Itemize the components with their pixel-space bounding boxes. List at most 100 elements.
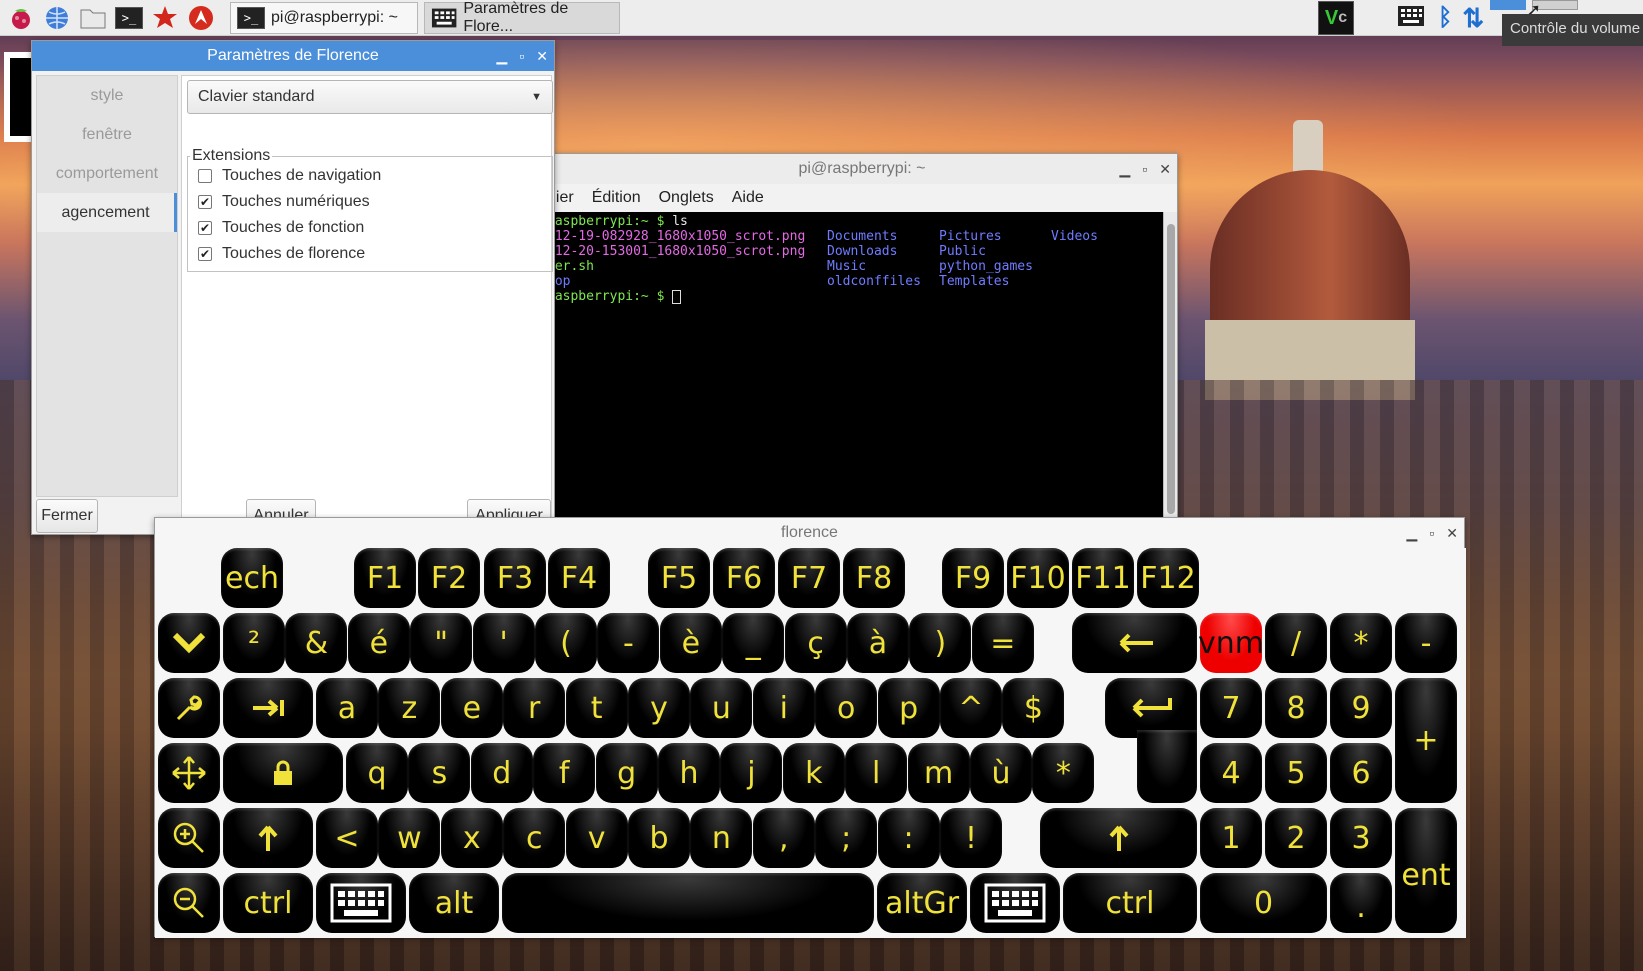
key-char[interactable]: u xyxy=(690,678,753,738)
key-f3[interactable]: F3 xyxy=(484,548,546,608)
key-char[interactable]: - xyxy=(597,613,660,673)
key-char[interactable]: j xyxy=(720,743,783,803)
close-icon[interactable]: ✕ xyxy=(1446,525,1458,542)
key-char[interactable]: e xyxy=(440,678,503,738)
key-f1[interactable]: F1 xyxy=(354,548,416,608)
key-char[interactable]: g xyxy=(595,743,658,803)
key-menu-right[interactable] xyxy=(970,873,1060,933)
key-capslock[interactable] xyxy=(223,743,343,803)
key-enter-lower[interactable] xyxy=(1137,730,1197,803)
key-char[interactable]: = xyxy=(971,613,1034,673)
key-char[interactable]: p xyxy=(877,678,940,738)
key-f2[interactable]: F2 xyxy=(418,548,480,608)
key-shift-left[interactable] xyxy=(223,808,313,868)
checkbox[interactable] xyxy=(198,169,212,183)
minimize-icon[interactable]: ▁ xyxy=(1120,161,1131,178)
key-char[interactable]: $ xyxy=(1002,678,1065,738)
key-ctrl-right[interactable]: ctrl xyxy=(1063,873,1197,933)
key-f12[interactable]: F12 xyxy=(1137,548,1199,608)
extension-numeriques[interactable]: ✔ Touches numériques xyxy=(188,189,552,215)
key-kp-dot[interactable]: . xyxy=(1330,873,1392,933)
key-kp-minus[interactable]: - xyxy=(1395,613,1457,673)
sidebar-item-fenetre[interactable]: fenêtre xyxy=(37,115,177,154)
key-char[interactable]: h xyxy=(658,743,720,803)
key-hide-keyboard[interactable] xyxy=(158,613,220,673)
key-char[interactable]: y xyxy=(628,678,690,738)
maximize-icon[interactable]: ▫ xyxy=(1429,525,1434,541)
key-char[interactable]: & xyxy=(285,613,348,673)
desktop-icon-partial[interactable] xyxy=(4,52,34,142)
menu-onglets[interactable]: Onglets xyxy=(659,189,714,207)
terminal-scrollbar[interactable] xyxy=(1163,212,1177,519)
key-char[interactable]: k xyxy=(782,743,845,803)
key-char[interactable]: c xyxy=(503,808,566,868)
key-char[interactable]: a xyxy=(316,678,378,738)
key-kp-enter[interactable]: ent xyxy=(1395,808,1457,933)
close-icon[interactable]: ✕ xyxy=(1159,161,1171,178)
key-backspace[interactable] xyxy=(1072,613,1197,673)
web-browser-icon[interactable] xyxy=(42,3,72,33)
settings-titlebar[interactable]: Paramètres de Florence ▁ ▫ ✕ xyxy=(32,41,554,71)
key-char[interactable]: z xyxy=(378,678,441,738)
key-char[interactable]: ç xyxy=(784,613,847,673)
key-alt[interactable]: alt xyxy=(409,873,499,933)
key-char[interactable]: d xyxy=(470,743,533,803)
key-char[interactable]: f xyxy=(533,743,596,803)
key-f7[interactable]: F7 xyxy=(778,548,840,608)
key-char[interactable]: " xyxy=(410,613,473,673)
key-char[interactable]: 7 xyxy=(1200,678,1262,738)
key-kp-plus[interactable]: + xyxy=(1395,678,1457,803)
minimize-icon[interactable]: ▁ xyxy=(497,48,508,65)
key-char[interactable]: m xyxy=(907,743,970,803)
checkbox-checked[interactable]: ✔ xyxy=(198,195,212,209)
key-char[interactable]: * xyxy=(1032,743,1095,803)
key-char[interactable]: : xyxy=(877,808,940,868)
florence-titlebar[interactable]: florence ▁ ▫ ✕ xyxy=(155,518,1464,548)
key-char[interactable]: v xyxy=(565,808,628,868)
terminal-launcher-icon[interactable]: >_ xyxy=(114,3,144,33)
key-char[interactable]: s xyxy=(408,743,471,803)
key-f4[interactable]: F4 xyxy=(548,548,610,608)
key-f5[interactable]: F5 xyxy=(648,548,710,608)
key-settings[interactable] xyxy=(158,678,220,738)
key-char[interactable]: r xyxy=(503,678,566,738)
key-char[interactable]: 6 xyxy=(1330,743,1392,803)
key-char[interactable]: é xyxy=(347,613,410,673)
key-f6[interactable]: F6 xyxy=(713,548,775,608)
key-zoom-in[interactable] xyxy=(158,808,220,868)
taskbar-task-florence-settings[interactable]: Paramètres de Flore... xyxy=(424,0,620,35)
key-char[interactable]: ù xyxy=(970,743,1032,803)
key-altgr[interactable]: altGr xyxy=(877,873,967,933)
key-char[interactable]: _ xyxy=(722,613,785,673)
keyboard-tray-icon[interactable] xyxy=(1396,5,1426,32)
close-button[interactable]: Fermer xyxy=(36,499,98,533)
key-char[interactable]: è xyxy=(659,613,722,673)
key-char[interactable]: , xyxy=(752,808,815,868)
key-menu-left[interactable] xyxy=(316,873,406,933)
extension-fonction[interactable]: ✔ Touches de fonction xyxy=(188,215,552,241)
terminal-output[interactable]: raspberrypi:~ $ ls -12-19-082928_1680x105… xyxy=(547,212,1165,519)
checkbox-checked[interactable]: ✔ xyxy=(198,247,212,261)
key-space[interactable] xyxy=(502,873,874,933)
key-char[interactable]: 8 xyxy=(1265,678,1327,738)
volume-icon[interactable] xyxy=(1490,0,1527,10)
key-tab[interactable] xyxy=(223,678,313,738)
key-char[interactable]: 2 xyxy=(1265,808,1327,868)
key-char[interactable]: 9 xyxy=(1330,678,1392,738)
scrollbar-thumb[interactable] xyxy=(1167,224,1175,514)
menu-aide[interactable]: Aide xyxy=(732,189,764,207)
key-char[interactable]: ( xyxy=(535,613,597,673)
key-char[interactable]: 4 xyxy=(1200,743,1262,803)
close-icon[interactable]: ✕ xyxy=(536,48,548,65)
extension-navigation[interactable]: Touches de navigation xyxy=(188,163,552,189)
sidebar-item-comportement[interactable]: comportement xyxy=(37,154,177,193)
sidebar-item-agencement[interactable]: agencement xyxy=(37,193,177,232)
file-manager-icon[interactable] xyxy=(78,3,108,33)
checkbox-checked[interactable]: ✔ xyxy=(198,221,212,235)
key-char[interactable]: x xyxy=(440,808,503,868)
taskbar-task-terminal[interactable]: >_ pi@raspberrypi: ~ xyxy=(230,1,418,34)
key-char[interactable]: w xyxy=(378,808,441,868)
key-f10[interactable]: F10 xyxy=(1007,548,1069,608)
key-char[interactable]: o xyxy=(815,678,878,738)
key-char[interactable]: 1 xyxy=(1200,808,1262,868)
